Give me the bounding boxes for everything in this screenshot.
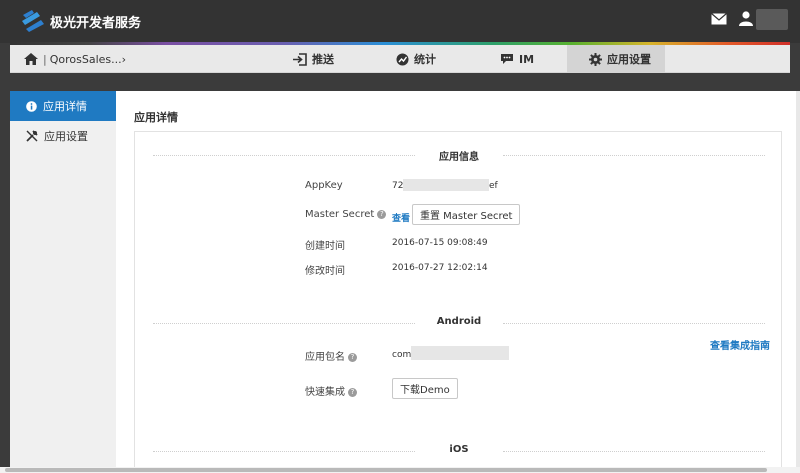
tab-im-label: IM — [519, 52, 535, 66]
master-secret-label: Master Secret? — [305, 209, 387, 220]
section-title: iOS — [449, 444, 469, 455]
sidebar-item-label: 应用详情 — [43, 100, 87, 113]
appkey-label: AppKey — [305, 180, 343, 191]
user-icon[interactable] — [739, 11, 753, 26]
reset-master-secret-button[interactable]: 重置 Master Secret — [412, 204, 521, 225]
breadcrumb-separator: | — [43, 52, 47, 66]
sidebar-item-app-details[interactable]: 应用详情 — [10, 91, 116, 121]
section-title: 应用信息 — [439, 152, 479, 163]
help-icon[interactable]: ? — [348, 352, 357, 362]
modified-label: 修改时间 — [305, 266, 345, 277]
sidebar-item-label: 应用设置 — [44, 130, 88, 143]
breadcrumb-app-name[interactable]: QorosSales... — [50, 53, 122, 66]
top-bar: 极光开发者服务 — [0, 0, 800, 43]
appkey-suffix: ef — [489, 181, 498, 191]
chevron-right-icon: › — [121, 52, 127, 66]
mail-icon[interactable] — [711, 13, 727, 25]
tools-icon — [26, 130, 38, 142]
sidebar-item-app-settings[interactable]: 应用设置 — [10, 121, 116, 151]
section-title: Android — [436, 316, 482, 327]
section-ios: iOS — [153, 444, 765, 458]
stats-icon — [396, 53, 409, 65]
created-label: 创建时间 — [305, 241, 345, 252]
tab-im[interactable]: IM — [500, 45, 534, 73]
tab-stats[interactable]: 统计 — [396, 45, 436, 73]
appkey-redacted — [403, 179, 489, 191]
package-label-text: 应用包名 — [305, 352, 345, 363]
quick-integration-label: 快速集成? — [305, 383, 357, 398]
help-icon[interactable]: ? — [377, 209, 387, 219]
horizontal-scrollbar[interactable] — [0, 467, 800, 473]
brand-title[interactable]: 极光开发者服务 — [50, 12, 141, 31]
info-icon — [26, 100, 37, 112]
vertical-scrollbar[interactable] — [796, 91, 800, 473]
tab-push[interactable]: 推送 — [293, 45, 334, 73]
integration-guide-link[interactable]: 查看集成指南 — [710, 337, 770, 352]
tab-app-settings[interactable]: 应用设置 — [567, 45, 665, 73]
download-demo-button[interactable]: 下载Demo — [392, 378, 458, 399]
app-details-panel: 应用信息 AppKey 72 ef Master Secret? 查看 重置 M… — [134, 131, 782, 473]
user-name[interactable] — [756, 9, 788, 30]
quick-integration-label-text: 快速集成 — [305, 387, 345, 398]
main-content: 应用详情 应用信息 AppKey 72 ef Master Secret? 查看… — [116, 91, 800, 473]
tab-stats-label: 统计 — [414, 53, 436, 66]
appkey-prefix: 72 — [392, 181, 404, 191]
chat-icon — [501, 54, 513, 64]
header-spacer — [0, 73, 800, 91]
section-app-info: 应用信息 — [153, 148, 765, 163]
view-secret-link[interactable]: 查看 — [392, 211, 410, 224]
master-secret-label-text: Master Secret — [305, 209, 375, 220]
modified-value: 2016-07-27 12:02:14 — [392, 263, 488, 273]
section-android: Android — [153, 316, 765, 330]
sidebar: 应用详情 应用设置 — [10, 91, 116, 473]
tab-app-settings-label: 应用设置 — [607, 53, 651, 66]
home-icon[interactable] — [24, 53, 38, 65]
tab-push-label: 推送 — [312, 53, 334, 66]
package-label: 应用包名? — [305, 348, 357, 363]
nav-bar: | QorosSales... › 推送 统计 IM 应用设置 — [10, 45, 790, 73]
help-icon[interactable]: ? — [348, 387, 357, 397]
gear-icon — [589, 52, 602, 66]
created-value: 2016-07-15 09:08:49 — [392, 238, 488, 248]
push-icon — [293, 52, 307, 66]
breadcrumb[interactable]: | QorosSales... › — [10, 45, 126, 73]
package-redacted — [411, 346, 509, 360]
scrollbar-thumb[interactable] — [5, 468, 767, 472]
jpush-logo-icon[interactable] — [20, 9, 46, 33]
page-title: 应用详情 — [134, 111, 178, 124]
